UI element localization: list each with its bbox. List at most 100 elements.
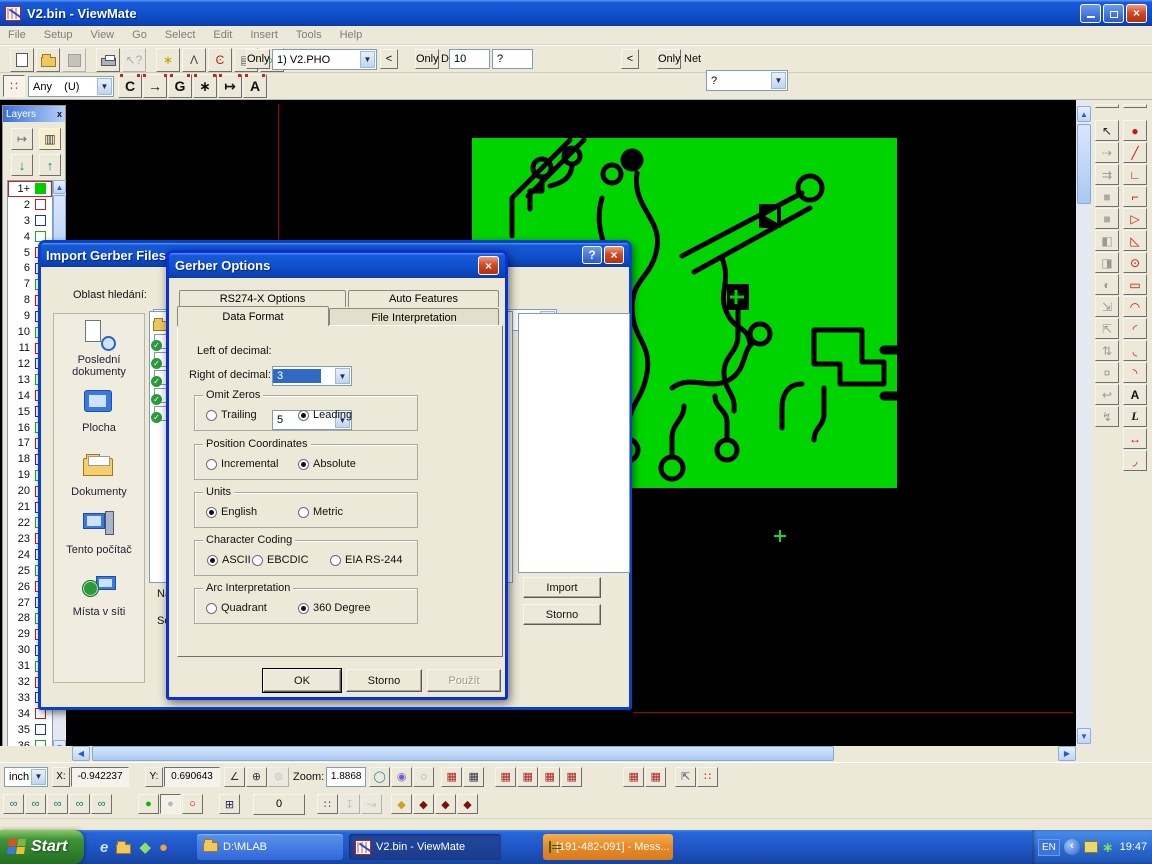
draw-line-icon[interactable]: ╱: [1123, 142, 1147, 163]
previous-layer-button[interactable]: <: [380, 49, 398, 69]
scroll-right-icon[interactable]: ▶: [1058, 746, 1076, 761]
zoom-value-input[interactable]: 1.8868: [326, 767, 366, 787]
menu-file[interactable]: File: [8, 29, 26, 41]
language-indicator[interactable]: EN: [1038, 839, 1060, 856]
book-icon[interactable]: ◆: [139, 838, 151, 856]
chevron-down-icon[interactable]: ▼: [97, 78, 112, 95]
pad-star-button[interactable]: ∗: [193, 74, 217, 98]
draw-rectangle-icon[interactable]: ▭: [1123, 274, 1147, 295]
canvas-vscrollbar[interactable]: ▲ ▼: [1076, 100, 1092, 746]
draw-circle-icon[interactable]: ⊙: [1123, 252, 1147, 273]
chevron-down-icon[interactable]: ▼: [335, 368, 350, 384]
dcode-select-button[interactable]: Ͼ: [208, 48, 232, 72]
chevron-down-icon[interactable]: ▼: [31, 769, 46, 785]
radio-leading[interactable]: [298, 410, 309, 421]
grid-dots-icon[interactable]: ∷: [317, 794, 338, 814]
origin-target-icon[interactable]: ⊕: [246, 767, 267, 787]
folder-quicklaunch-icon[interactable]: [116, 844, 131, 854]
window-grid-icon[interactable]: ⊞: [219, 794, 240, 814]
layer-row[interactable]: 2: [8, 197, 52, 213]
place-item[interactable]: Tento počítač: [54, 510, 144, 556]
only-net-button[interactable]: Only: [657, 49, 681, 69]
print-button[interactable]: [96, 48, 120, 72]
radio-ebcdic[interactable]: [252, 555, 263, 566]
tray-notes-icon[interactable]: [1084, 841, 1098, 853]
zoom-in-icon[interactable]: ◯: [369, 767, 390, 787]
pan-up-icon[interactable]: ▦: [561, 767, 582, 787]
tray-icq-icon[interactable]: ∗: [1102, 839, 1114, 856]
draw-curve-icon[interactable]: ◜: [1123, 318, 1147, 339]
scroll-up-icon[interactable]: ▲: [1077, 106, 1091, 122]
zoom-window-icon[interactable]: ◉: [391, 767, 412, 787]
view-preset-5-icon[interactable]: ∞: [91, 794, 112, 814]
draw-spline-icon[interactable]: ◝: [1123, 362, 1147, 383]
vscroll-thumb[interactable]: [1077, 124, 1091, 204]
canvas-hscrollbar[interactable]: ◀ ▶: [0, 746, 1092, 762]
previous-dcode-button[interactable]: <: [621, 49, 639, 69]
dcode-filter-input[interactable]: ?: [492, 49, 533, 69]
palette-grip[interactable]: [1123, 104, 1147, 108]
select-dots-icon[interactable]: ∷: [697, 767, 718, 787]
gcode-button[interactable]: G: [168, 74, 192, 98]
left-of-decimal-combo[interactable]: 3 ▼: [272, 366, 352, 386]
draw-pad-icon[interactable]: ●: [1123, 120, 1147, 141]
scroll-up-icon[interactable]: ▲: [53, 180, 66, 194]
pad-dark-3-icon[interactable]: ◆: [457, 794, 478, 814]
close-icon[interactable]: ×: [478, 256, 499, 275]
layer-color-swatch[interactable]: [35, 199, 46, 210]
new-document-button[interactable]: [10, 48, 34, 72]
flash-highlight-button[interactable]: ∗: [156, 48, 180, 72]
apply-button[interactable]: Použít: [427, 669, 501, 692]
layer-row[interactable]: 35: [8, 722, 52, 738]
view-preset-3-icon[interactable]: ∞: [47, 794, 68, 814]
start-button[interactable]: Start: [0, 830, 84, 864]
close-button[interactable]: ×: [1126, 4, 1147, 23]
tray-collapse-icon[interactable]: ‹: [1064, 839, 1080, 855]
menu-view[interactable]: View: [90, 29, 114, 41]
tab-file-interpretation[interactable]: File Interpretation: [329, 308, 499, 326]
menu-help[interactable]: Help: [340, 29, 363, 41]
layer-color-swatch[interactable]: [35, 215, 46, 226]
aperture-tool-button[interactable]: Λ: [182, 48, 206, 72]
close-icon[interactable]: ×: [604, 246, 624, 264]
layer-down-icon[interactable]: ↓: [11, 154, 33, 176]
storno-button[interactable]: Storno: [346, 669, 422, 692]
place-item[interactable]: Místa v síti: [54, 572, 144, 618]
menu-go[interactable]: Go: [132, 29, 147, 41]
menu-select[interactable]: Select: [165, 29, 196, 41]
layer-merge-icon[interactable]: ↦: [11, 128, 33, 150]
pan-left-icon[interactable]: ▦: [495, 767, 516, 787]
menu-insert[interactable]: Insert: [250, 29, 278, 41]
angle-measure-icon[interactable]: ∠: [224, 767, 245, 787]
view-preset-1-icon[interactable]: ∞: [3, 794, 24, 814]
restore-button[interactable]: [1103, 4, 1124, 23]
active-layer-combo[interactable]: 1) V2.PHO▼: [272, 49, 377, 70]
pan-down-icon[interactable]: ▦: [539, 767, 560, 787]
hscroll-thumb[interactable]: [92, 746, 834, 761]
only-dcode-button[interactable]: Only: [415, 49, 439, 69]
place-item[interactable]: Plocha: [54, 388, 144, 434]
taskbar-task[interactable]: D:\MLAB: [197, 834, 343, 860]
unit-combo[interactable]: inch▼: [4, 767, 48, 787]
radio-quadrant[interactable]: [206, 603, 217, 614]
internet-explorer-icon[interactable]: e: [100, 839, 108, 856]
layer-color-swatch[interactable]: [35, 183, 46, 194]
zoom-select-icon[interactable]: ◌: [413, 767, 434, 787]
view-preset-4-icon[interactable]: ∞: [69, 794, 90, 814]
grid-snap-icon[interactable]: ▦: [463, 767, 484, 787]
chevron-down-icon[interactable]: ▼: [360, 51, 375, 68]
layer-row[interactable]: 3: [8, 213, 52, 229]
pad-highlight-icon[interactable]: ◆: [391, 794, 412, 814]
radio-incremental[interactable]: [206, 459, 217, 470]
draw-polyline-icon[interactable]: ∟: [1123, 164, 1147, 185]
selection-marker-icon[interactable]: ∷: [3, 75, 25, 97]
radio-eia-rs-244[interactable]: [330, 555, 341, 566]
help-icon[interactable]: ?: [582, 246, 602, 264]
radio-trailing[interactable]: [206, 410, 217, 421]
draw-arc-point-icon[interactable]: ▷: [1123, 208, 1147, 229]
radio-english[interactable]: [206, 507, 217, 518]
pad-dark-1-icon[interactable]: ◆: [413, 794, 434, 814]
text-a-button[interactable]: A: [243, 74, 267, 98]
radio-360-degree[interactable]: [298, 603, 309, 614]
draw-label-icon[interactable]: L: [1123, 406, 1147, 427]
